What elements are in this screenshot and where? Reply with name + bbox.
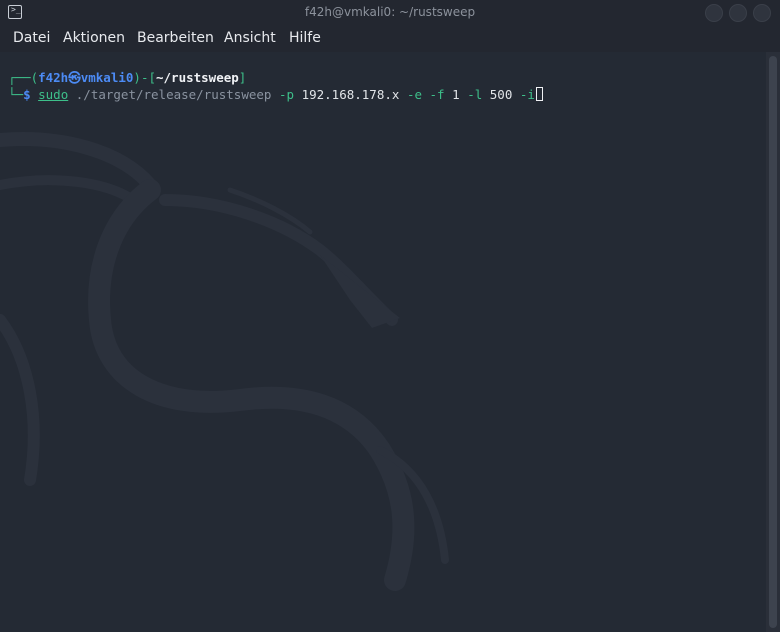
terminal-window: >_ f42h@vmkali0: ~/rustsweep Datei Aktio… [0, 0, 780, 632]
flag-f: -f [429, 87, 445, 102]
prompt-close-bracket: ] [238, 70, 247, 85]
flag-p: -p [278, 87, 295, 102]
prompt-separator: )-[ [133, 70, 156, 85]
window-title: f42h@vmkali0: ~/rustsweep [304, 5, 476, 19]
command-binary: ./target/release/rustsweep [75, 87, 272, 102]
text-cursor [535, 87, 543, 101]
vertical-scrollbar[interactable] [766, 52, 780, 632]
l-value: 500 [489, 87, 513, 102]
command-line[interactable]: └─$ sudo ./target/release/rustsweep -p 1… [8, 87, 543, 103]
prompt-at-symbol: ㉿ [68, 70, 81, 85]
menu-bar: Datei Aktionen Bearbeiten Ansicht Hilfe [0, 26, 780, 52]
kali-dragon-watermark [0, 132, 449, 591]
scrollbar-thumb[interactable] [769, 56, 777, 628]
menu-bearbeiten[interactable]: Bearbeiten [137, 30, 214, 46]
terminal-area[interactable]: ┌──(f42h㉿vmkali0)-[~/rustsweep] └─$ sudo… [0, 52, 766, 632]
close-button[interactable] [753, 4, 771, 22]
prompt-dollar: $ [23, 87, 31, 102]
maximize-button[interactable] [729, 4, 747, 22]
minimize-button[interactable] [705, 4, 723, 22]
menu-aktionen[interactable]: Aktionen [63, 30, 125, 46]
menu-ansicht[interactable]: Ansicht [224, 30, 276, 46]
menu-hilfe[interactable]: Hilfe [289, 30, 321, 46]
title-bar[interactable]: >_ f42h@vmkali0: ~/rustsweep [0, 0, 780, 26]
prompt-host: vmkali0 [80, 70, 134, 85]
command-sudo: sudo [38, 87, 69, 102]
f-value: 1 [452, 87, 460, 102]
prompt-corner-top: ┌──( [8, 70, 39, 85]
flag-i: -i [519, 87, 535, 102]
prompt-directory: ~/rustsweep [156, 70, 239, 85]
prompt-corner-bottom: └─ [8, 87, 24, 102]
prompt-user: f42h [38, 70, 69, 85]
flag-l: -l [467, 87, 483, 102]
prompt-line: ┌──(f42h㉿vmkali0)-[~/rustsweep] [8, 70, 246, 86]
flag-e: -e [406, 87, 422, 102]
ip-argument: 192.168.178.x [301, 87, 400, 102]
menu-datei[interactable]: Datei [13, 30, 50, 46]
